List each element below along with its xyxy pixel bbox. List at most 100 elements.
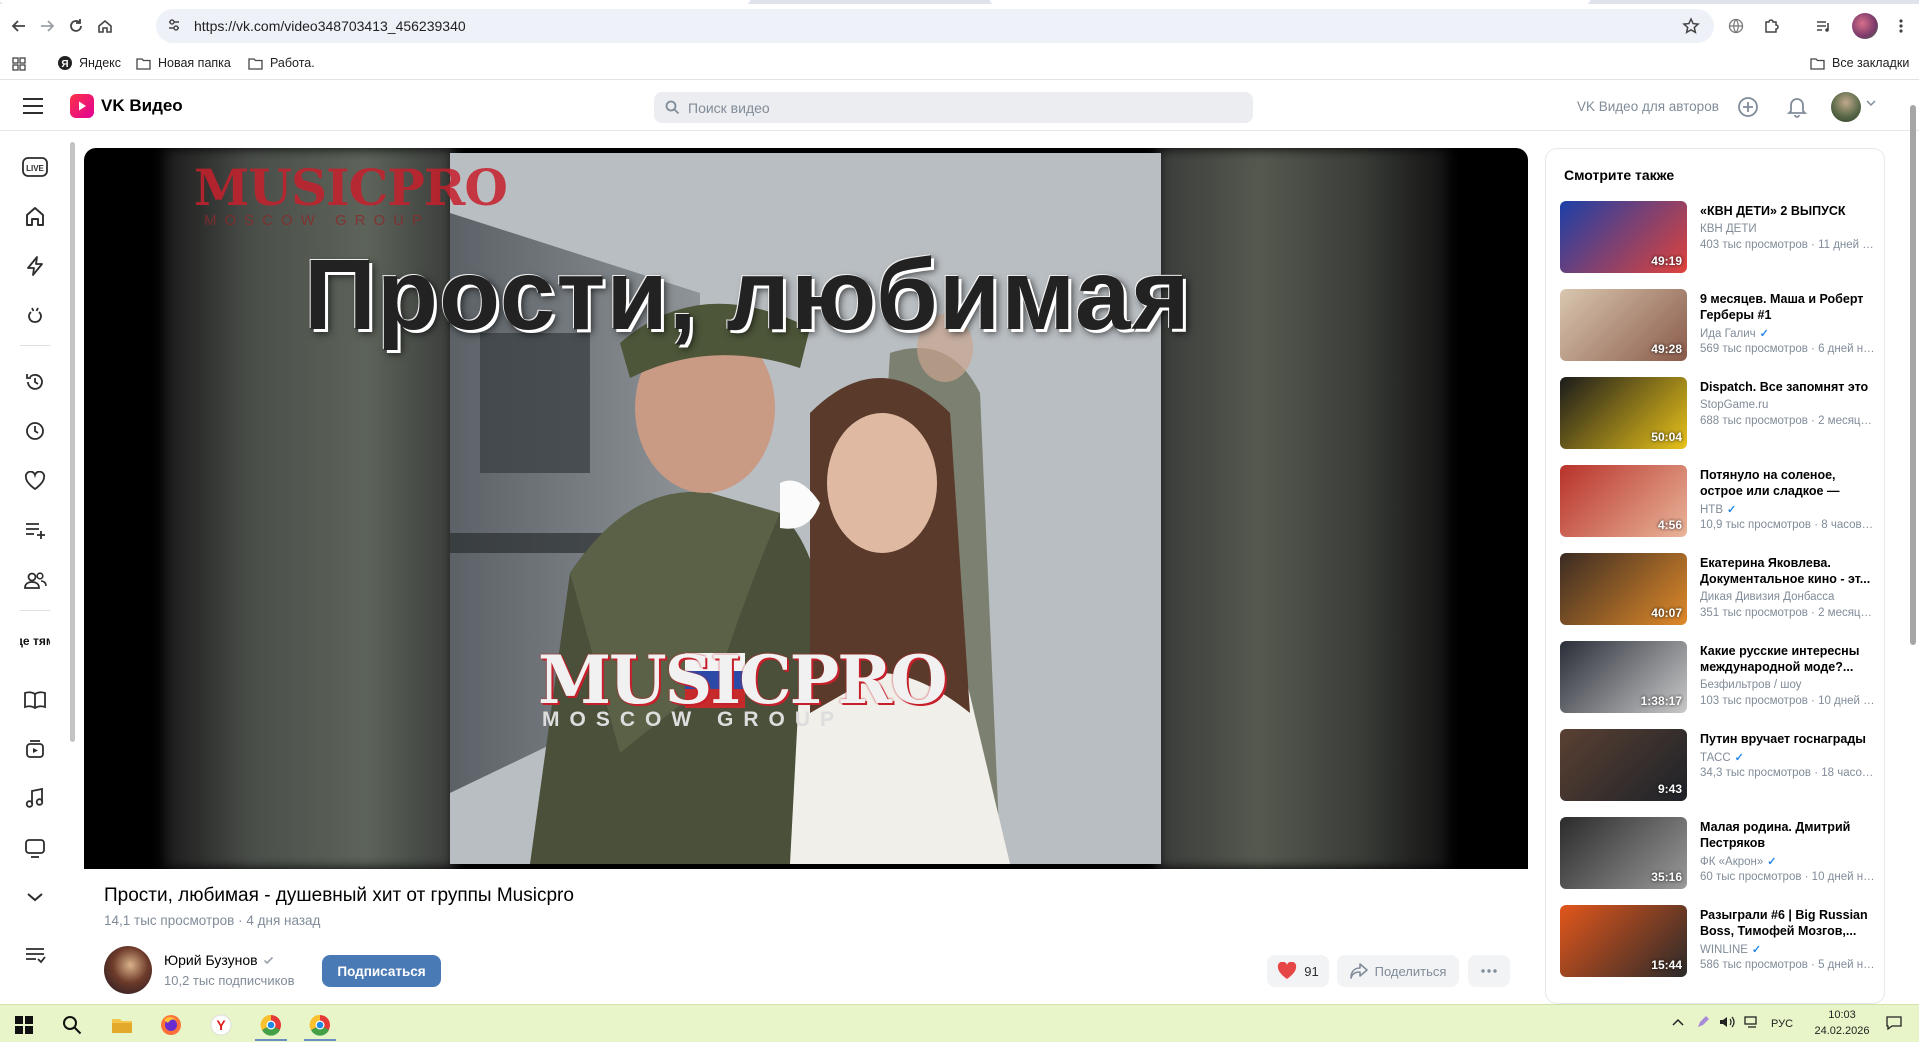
firefox-button[interactable]: [157, 1011, 185, 1039]
upload-button[interactable]: [1736, 95, 1760, 119]
clock-time[interactable]: 10:03: [1821, 1009, 1863, 1021]
browser-profile-avatar[interactable]: [1852, 13, 1878, 39]
more-actions-button[interactable]: [1468, 955, 1510, 987]
recommendation-channel[interactable]: КВН ДЕТИ: [1700, 223, 1757, 235]
chrome-button[interactable]: [306, 1011, 334, 1039]
video-thumbnail[interactable]: 49:19: [1560, 201, 1687, 273]
recommendation-item[interactable]: 35:16 Малая родина. Дмитрий Пестряков ФК «…: [1560, 817, 1878, 891]
media-control-button[interactable]: [1812, 15, 1834, 37]
video-thumbnail[interactable]: 50:04: [1560, 377, 1687, 449]
rail-item-movies[interactable]: [22, 736, 48, 762]
speaker-icon[interactable]: [1719, 1015, 1735, 1029]
video-thumbnail[interactable]: 9:43: [1560, 729, 1687, 801]
rail-item-watch-later[interactable]: [22, 418, 48, 444]
apps-grid-icon[interactable]: [12, 57, 26, 71]
search-input[interactable]: [688, 92, 1238, 123]
brand-title[interactable]: VK Видео: [101, 96, 183, 116]
bookmark-yandex[interactable]: Я Яндекс: [58, 56, 121, 70]
recommendation-channel[interactable]: Безфильтров / шоу: [1700, 679, 1802, 691]
recommendation-item[interactable]: 50:04 Dispatch. Все запомнят это StopGame.…: [1560, 377, 1878, 451]
recommendation-channel[interactable]: Ида Галич: [1700, 328, 1756, 340]
recommendation-channel-row[interactable]: WINLINE ✓: [1700, 943, 1761, 957]
recommendation-title[interactable]: Екатерина Яковлева. Документальное кино …: [1700, 555, 1874, 587]
rail-item-kids[interactable]: де тям: [20, 634, 50, 660]
recommendation-channel-row[interactable]: ТАСС ✓: [1700, 751, 1744, 765]
recommendation-channel[interactable]: StopGame.ru: [1700, 399, 1768, 411]
for-authors-link[interactable]: VK Видео для авторов: [1577, 99, 1719, 114]
rail-item-for-you[interactable]: [22, 302, 48, 328]
language-indicator[interactable]: РУС: [1771, 1018, 1793, 1030]
recommendation-channel-row[interactable]: ФК «Акрон» ✓: [1700, 855, 1777, 869]
recommendation-channel[interactable]: Дикая Дивизия Донбасса: [1700, 591, 1834, 603]
recommendation-channel-row[interactable]: StopGame.ru: [1700, 399, 1768, 411]
pen-icon[interactable]: [1696, 1015, 1710, 1029]
video-thumbnail[interactable]: 15:44: [1560, 905, 1687, 977]
back-button[interactable]: [8, 15, 30, 37]
rail-item-music[interactable]: [22, 785, 48, 811]
bookmark-folder[interactable]: Новая папка: [136, 56, 231, 70]
recommendation-channel-row[interactable]: Безфильтров / шоу: [1700, 679, 1802, 691]
address-bar[interactable]: https://vk.com/video348703413_456239340: [156, 9, 1714, 43]
recommendation-channel-row[interactable]: Дикая Дивизия Донбасса: [1700, 591, 1834, 603]
rail-item-liked[interactable]: [22, 468, 48, 494]
channel-name[interactable]: Юрий Бузунов: [164, 952, 258, 968]
chrome-button[interactable]: [257, 1011, 285, 1039]
recommendation-channel[interactable]: НТВ: [1700, 504, 1723, 516]
recommendation-channel-row[interactable]: Ида Галич ✓: [1700, 327, 1769, 341]
rail-item-shorts[interactable]: [22, 253, 48, 279]
vk-video-logo[interactable]: [70, 94, 94, 118]
recommendation-channel[interactable]: ТАСС: [1700, 752, 1731, 764]
video-thumbnail[interactable]: 4:56: [1560, 465, 1687, 537]
star-icon[interactable]: [1682, 17, 1700, 35]
page-scrollbar-thumb[interactable]: [1910, 105, 1916, 645]
video-thumbnail[interactable]: 35:16: [1560, 817, 1687, 889]
rail-scrollbar[interactable]: [70, 142, 75, 742]
recommendation-channel-row[interactable]: КВН ДЕТИ: [1700, 223, 1757, 235]
channel-avatar[interactable]: [104, 946, 152, 994]
video-thumbnail[interactable]: 1:38:17: [1560, 641, 1687, 713]
recommendation-title[interactable]: Какие русские интересны международной мо…: [1700, 643, 1874, 675]
recommendation-channel[interactable]: ФК «Акрон»: [1700, 856, 1763, 868]
recommendation-item[interactable]: 40:07 Екатерина Яковлева. Документальное …: [1560, 553, 1878, 627]
user-avatar[interactable]: [1831, 92, 1861, 122]
search-button[interactable]: [58, 1011, 86, 1039]
recommendation-title[interactable]: Потянуло на соленое, острое или сладкое …: [1700, 467, 1874, 499]
recommendation-item[interactable]: 4:56 Потянуло на соленое, острое или слад…: [1560, 465, 1878, 539]
share-button[interactable]: Поделиться: [1337, 955, 1459, 987]
like-button[interactable]: 91: [1267, 955, 1329, 987]
channel-name-row[interactable]: Юрий Бузунов: [164, 952, 274, 968]
page-scrollbar[interactable]: [1909, 85, 1916, 1004]
browser-menu-button[interactable]: [1890, 15, 1912, 37]
recommendation-item[interactable]: 49:19 «КВН ДЕТИ» 2 ВЫПУСК КВН ДЕТИ 403 тыс …: [1560, 201, 1878, 275]
home-button[interactable]: [94, 15, 116, 37]
rail-item-live[interactable]: LIVE: [22, 154, 48, 180]
rail-item-home[interactable]: [22, 203, 48, 229]
network-icon[interactable]: [1744, 1015, 1760, 1029]
recommendation-item[interactable]: 9:43 Путин вручает госнаграды ТАСС ✓ 34,3 ты…: [1560, 729, 1878, 803]
recommendation-title[interactable]: Путин вручает госнаграды: [1700, 731, 1874, 747]
recommendation-item[interactable]: 15:44 Разыграли #6 | Big Russian Boss, Ти…: [1560, 905, 1878, 979]
url-text[interactable]: https://vk.com/video348703413_456239340: [194, 18, 466, 34]
rail-item-more[interactable]: [22, 884, 48, 910]
recommendation-title[interactable]: Dispatch. Все запомнят это: [1700, 379, 1874, 395]
chevron-down-icon[interactable]: [1866, 100, 1876, 107]
notifications-button[interactable]: [1785, 95, 1809, 119]
video-thumbnail[interactable]: 49:28: [1560, 289, 1687, 361]
yandex-browser-button[interactable]: Y: [207, 1011, 235, 1039]
rail-item-subscriptions[interactable]: [22, 567, 48, 593]
recommendation-channel[interactable]: WINLINE: [1700, 944, 1748, 956]
site-settings-icon[interactable]: [166, 17, 182, 33]
recommendation-title[interactable]: «КВН ДЕТИ» 2 ВЫПУСК: [1700, 203, 1874, 219]
rail-item-tv[interactable]: [22, 835, 48, 861]
recommendation-channel-row[interactable]: НТВ ✓: [1700, 503, 1736, 517]
extensions-button[interactable]: [1760, 15, 1782, 37]
tray-expand-icon[interactable]: [1672, 1018, 1684, 1026]
forward-button[interactable]: [36, 15, 58, 37]
rail-item-playlists[interactable]: [22, 517, 48, 543]
translate-button[interactable]: [1725, 15, 1747, 37]
recommendation-item[interactable]: 49:28 9 месяцев. Маша и Роберт Герберы #1…: [1560, 289, 1878, 363]
search-box[interactable]: [654, 92, 1253, 123]
clock-date[interactable]: 24.02.2026: [1811, 1025, 1873, 1037]
subscribe-button[interactable]: Подписаться: [322, 955, 441, 987]
rail-item-books[interactable]: [22, 687, 48, 713]
